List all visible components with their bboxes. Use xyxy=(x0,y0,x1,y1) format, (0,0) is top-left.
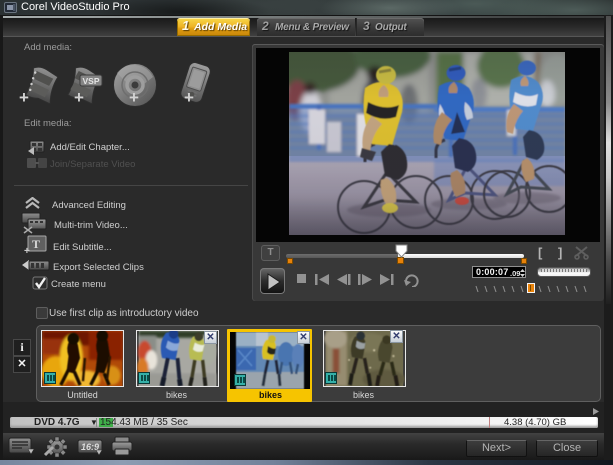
svg-text:T: T xyxy=(32,237,40,251)
svg-text:VSP: VSP xyxy=(83,76,100,86)
svg-text:+: + xyxy=(74,88,84,107)
svg-text:+: + xyxy=(184,88,194,107)
svg-text:+: + xyxy=(24,246,30,255)
svg-text:+: + xyxy=(19,88,29,107)
svg-text:+: + xyxy=(129,88,139,107)
